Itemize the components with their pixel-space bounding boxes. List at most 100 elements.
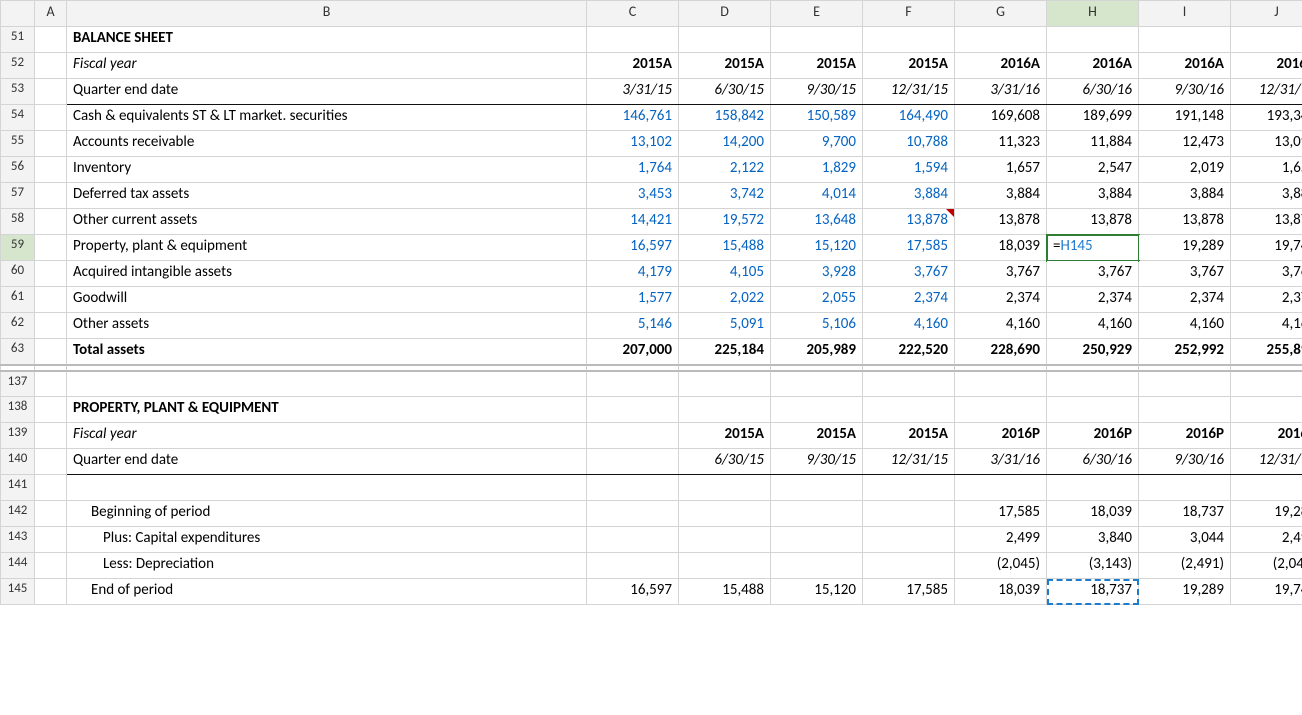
cell-E60[interactable]: 3,928: [771, 261, 863, 287]
row-header-52[interactable]: 52: [1, 53, 35, 79]
cell-J137[interactable]: [1231, 371, 1302, 397]
cell-H63[interactable]: 250,929: [1047, 339, 1139, 365]
cell-C138[interactable]: [587, 397, 679, 423]
cell-F137[interactable]: [863, 371, 955, 397]
cell-D59[interactable]: 15,488: [679, 235, 771, 261]
cell-G137[interactable]: [955, 371, 1047, 397]
cell-E138[interactable]: [771, 397, 863, 423]
cell-C53[interactable]: 3/31/15: [587, 79, 679, 105]
column-header-A[interactable]: A: [35, 1, 67, 27]
cell-G63[interactable]: 228,690: [955, 339, 1047, 365]
cell-I145[interactable]: 19,289: [1139, 579, 1231, 605]
cell-I137[interactable]: [1139, 371, 1231, 397]
cell-B58[interactable]: Other current assets: [67, 209, 587, 235]
cell-I54[interactable]: 191,148: [1139, 105, 1231, 131]
cell-I138[interactable]: [1139, 397, 1231, 423]
cell-A56[interactable]: [35, 157, 67, 183]
cell-D51[interactable]: [679, 27, 771, 53]
column-header-E[interactable]: E: [771, 1, 863, 27]
row-header-60[interactable]: 60: [1, 261, 35, 287]
cell-H138[interactable]: [1047, 397, 1139, 423]
cell-D63[interactable]: 225,184: [679, 339, 771, 365]
cell-C59[interactable]: 16,597: [587, 235, 679, 261]
cell-C145[interactable]: 16,597: [587, 579, 679, 605]
cell-D55[interactable]: 14,200: [679, 131, 771, 157]
cell-J52[interactable]: 2016A: [1231, 53, 1302, 79]
cell-C143[interactable]: [587, 527, 679, 553]
cell-A61[interactable]: [35, 287, 67, 313]
cell-D144[interactable]: [679, 553, 771, 579]
cell-E55[interactable]: 9,700: [771, 131, 863, 157]
cell-B62[interactable]: Other assets: [67, 313, 587, 339]
cell-J141[interactable]: [1231, 475, 1302, 501]
cell-F52[interactable]: 2015A: [863, 53, 955, 79]
cell-D143[interactable]: [679, 527, 771, 553]
cell-B143[interactable]: Plus: Capital expenditures: [67, 527, 587, 553]
row-header-61[interactable]: 61: [1, 287, 35, 313]
cell-C57[interactable]: 3,453: [587, 183, 679, 209]
cell-F139[interactable]: 2015A: [863, 423, 955, 449]
cell-G139[interactable]: 2016P: [955, 423, 1047, 449]
cell-F62[interactable]: 4,160: [863, 313, 955, 339]
cell-A138[interactable]: [35, 397, 67, 423]
cell-D142[interactable]: [679, 501, 771, 527]
cell-B55[interactable]: Accounts receivable: [67, 131, 587, 157]
cell-J61[interactable]: 2,374: [1231, 287, 1302, 313]
cell-D138[interactable]: [679, 397, 771, 423]
cell-H139[interactable]: 2016P: [1047, 423, 1139, 449]
cell-F59[interactable]: 17,585: [863, 235, 955, 261]
column-header-G[interactable]: G: [955, 1, 1047, 27]
cell-J60[interactable]: 3,767: [1231, 261, 1302, 287]
cell-C137[interactable]: [587, 371, 679, 397]
cell-G54[interactable]: 169,608: [955, 105, 1047, 131]
row-header-54[interactable]: 54: [1, 105, 35, 131]
cell-A142[interactable]: [35, 501, 67, 527]
cell-B60[interactable]: Acquired intangible assets: [67, 261, 587, 287]
row-header-142[interactable]: 142: [1, 501, 35, 527]
cell-D141[interactable]: [679, 475, 771, 501]
row-header-55[interactable]: 55: [1, 131, 35, 157]
cell-G59[interactable]: 18,039: [955, 235, 1047, 261]
cell-A141[interactable]: [35, 475, 67, 501]
cell-B142[interactable]: Beginning of period: [67, 501, 587, 527]
cell-I143[interactable]: 3,044: [1139, 527, 1231, 553]
cell-D52[interactable]: 2015A: [679, 53, 771, 79]
column-header-J[interactable]: J: [1231, 1, 1302, 27]
cell-H60[interactable]: 3,767: [1047, 261, 1139, 287]
cell-F56[interactable]: 1,594: [863, 157, 955, 183]
cell-B52[interactable]: Fiscal year: [67, 53, 587, 79]
row-header-138[interactable]: 138: [1, 397, 35, 423]
cell-D60[interactable]: 4,105: [679, 261, 771, 287]
cell-I144[interactable]: (2,491): [1139, 553, 1231, 579]
row-header-56[interactable]: 56: [1, 157, 35, 183]
cell-J58[interactable]: 13,878: [1231, 209, 1302, 235]
cell-J51[interactable]: [1231, 27, 1302, 53]
row-header-51[interactable]: 51: [1, 27, 35, 53]
cell-I58[interactable]: 13,878: [1139, 209, 1231, 235]
row-header-63[interactable]: 63: [1, 339, 35, 365]
cell-G144[interactable]: (2,045): [955, 553, 1047, 579]
cell-J140[interactable]: 12/31/16: [1231, 449, 1302, 475]
cell-H143[interactable]: 3,840: [1047, 527, 1139, 553]
cell-E58[interactable]: 13,648: [771, 209, 863, 235]
cell-H62[interactable]: 4,160: [1047, 313, 1139, 339]
cell-I57[interactable]: 3,884: [1139, 183, 1231, 209]
row-header-140[interactable]: 140: [1, 449, 35, 475]
cell-E142[interactable]: [771, 501, 863, 527]
cell-G51[interactable]: [955, 27, 1047, 53]
cell-F51[interactable]: [863, 27, 955, 53]
cell-F141[interactable]: [863, 475, 955, 501]
cell-D58[interactable]: 19,572: [679, 209, 771, 235]
cell-F61[interactable]: 2,374: [863, 287, 955, 313]
cell-C62[interactable]: 5,146: [587, 313, 679, 339]
cell-H59[interactable]: =H145: [1047, 235, 1139, 261]
cell-C58[interactable]: 14,421: [587, 209, 679, 235]
cell-E53[interactable]: 9/30/15: [771, 79, 863, 105]
cell-D56[interactable]: 2,122: [679, 157, 771, 183]
cell-G62[interactable]: 4,160: [955, 313, 1047, 339]
cell-E143[interactable]: [771, 527, 863, 553]
cell-A52[interactable]: [35, 53, 67, 79]
cell-J145[interactable]: 19,743: [1231, 579, 1302, 605]
cell-H51[interactable]: [1047, 27, 1139, 53]
cell-F143[interactable]: [863, 527, 955, 553]
